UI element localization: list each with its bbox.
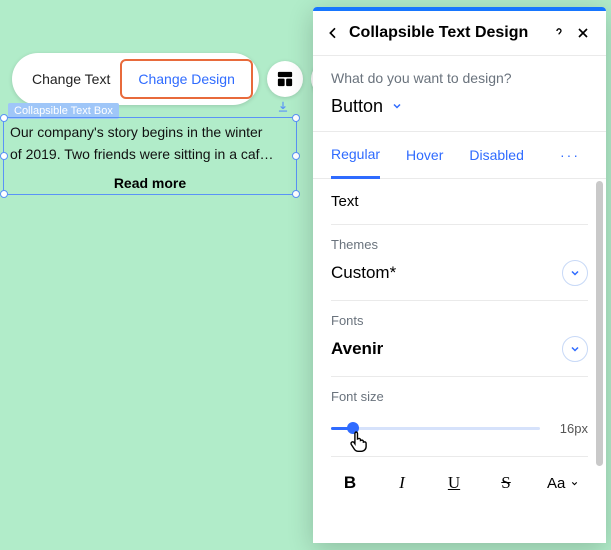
themes-value: Custom* (331, 263, 396, 283)
text-case-button[interactable]: Aa (547, 475, 579, 492)
fonts-select[interactable]: Avenir (331, 334, 588, 377)
context-toolbar: Change Text Change Design (12, 53, 347, 105)
read-more-button[interactable]: Read more (10, 175, 290, 191)
change-text-button[interactable]: Change Text (18, 63, 124, 95)
bold-button[interactable]: B (339, 473, 361, 493)
design-panel: Collapsible Text Design What do you want… (313, 7, 606, 543)
font-size-label: Font size (331, 389, 588, 404)
themes-select[interactable]: Custom* (331, 258, 588, 301)
font-size-row: 16px (331, 410, 588, 457)
font-size-value: 16px (554, 421, 588, 436)
design-target-value: Button (331, 96, 383, 117)
panel-header: Collapsible Text Design (313, 11, 606, 56)
help-icon[interactable] (550, 24, 568, 42)
tutorial-highlight: Change Design (120, 59, 253, 99)
close-icon[interactable] (574, 24, 592, 42)
tab-disabled[interactable]: Disabled (469, 133, 523, 177)
selection-handle[interactable] (292, 152, 300, 160)
change-design-button[interactable]: Change Design (124, 63, 249, 95)
design-target-section: What do you want to design? Button (313, 56, 606, 132)
collapsible-body-text: Our company's story begins in the winter… (10, 122, 290, 165)
download-icon[interactable] (276, 100, 290, 114)
tab-regular[interactable]: Regular (331, 132, 380, 179)
chevron-down-icon (391, 96, 403, 117)
italic-button[interactable]: I (391, 473, 413, 493)
selection-handle[interactable] (292, 190, 300, 198)
design-target-select[interactable]: Button (331, 96, 588, 117)
format-row: B I U S Aa (331, 457, 588, 497)
text-section-title: Text (331, 179, 588, 225)
underline-button[interactable]: U (443, 473, 465, 493)
layout-icon[interactable] (267, 61, 303, 97)
scrollbar[interactable] (596, 181, 603, 466)
fonts-value: Avenir (331, 339, 383, 359)
pointer-cursor-icon (347, 429, 371, 453)
selection-handle[interactable] (292, 114, 300, 122)
panel-scroll-area: Text Themes Custom* Fonts Avenir Font si… (313, 179, 606, 543)
chevron-down-icon (562, 260, 588, 286)
selection-handle[interactable] (0, 152, 8, 160)
context-toolbar-pill: Change Text Change Design (12, 53, 259, 105)
panel-title: Collapsible Text Design (349, 24, 528, 42)
fonts-label: Fonts (331, 313, 588, 328)
collapsible-text-box[interactable]: Our company's story begins in the winter… (3, 117, 297, 195)
tab-hover[interactable]: Hover (406, 133, 443, 177)
chevron-down-icon (562, 336, 588, 362)
design-target-prompt: What do you want to design? (331, 70, 588, 86)
font-size-slider[interactable] (331, 418, 540, 438)
selection-handle[interactable] (0, 190, 8, 198)
state-tabs: Regular Hover Disabled ··· (313, 132, 606, 179)
strike-button[interactable]: S (495, 473, 517, 493)
selection-handle[interactable] (0, 114, 8, 122)
back-icon[interactable] (323, 23, 343, 43)
themes-label: Themes (331, 237, 588, 252)
tabs-more-icon[interactable]: ··· (560, 147, 588, 163)
